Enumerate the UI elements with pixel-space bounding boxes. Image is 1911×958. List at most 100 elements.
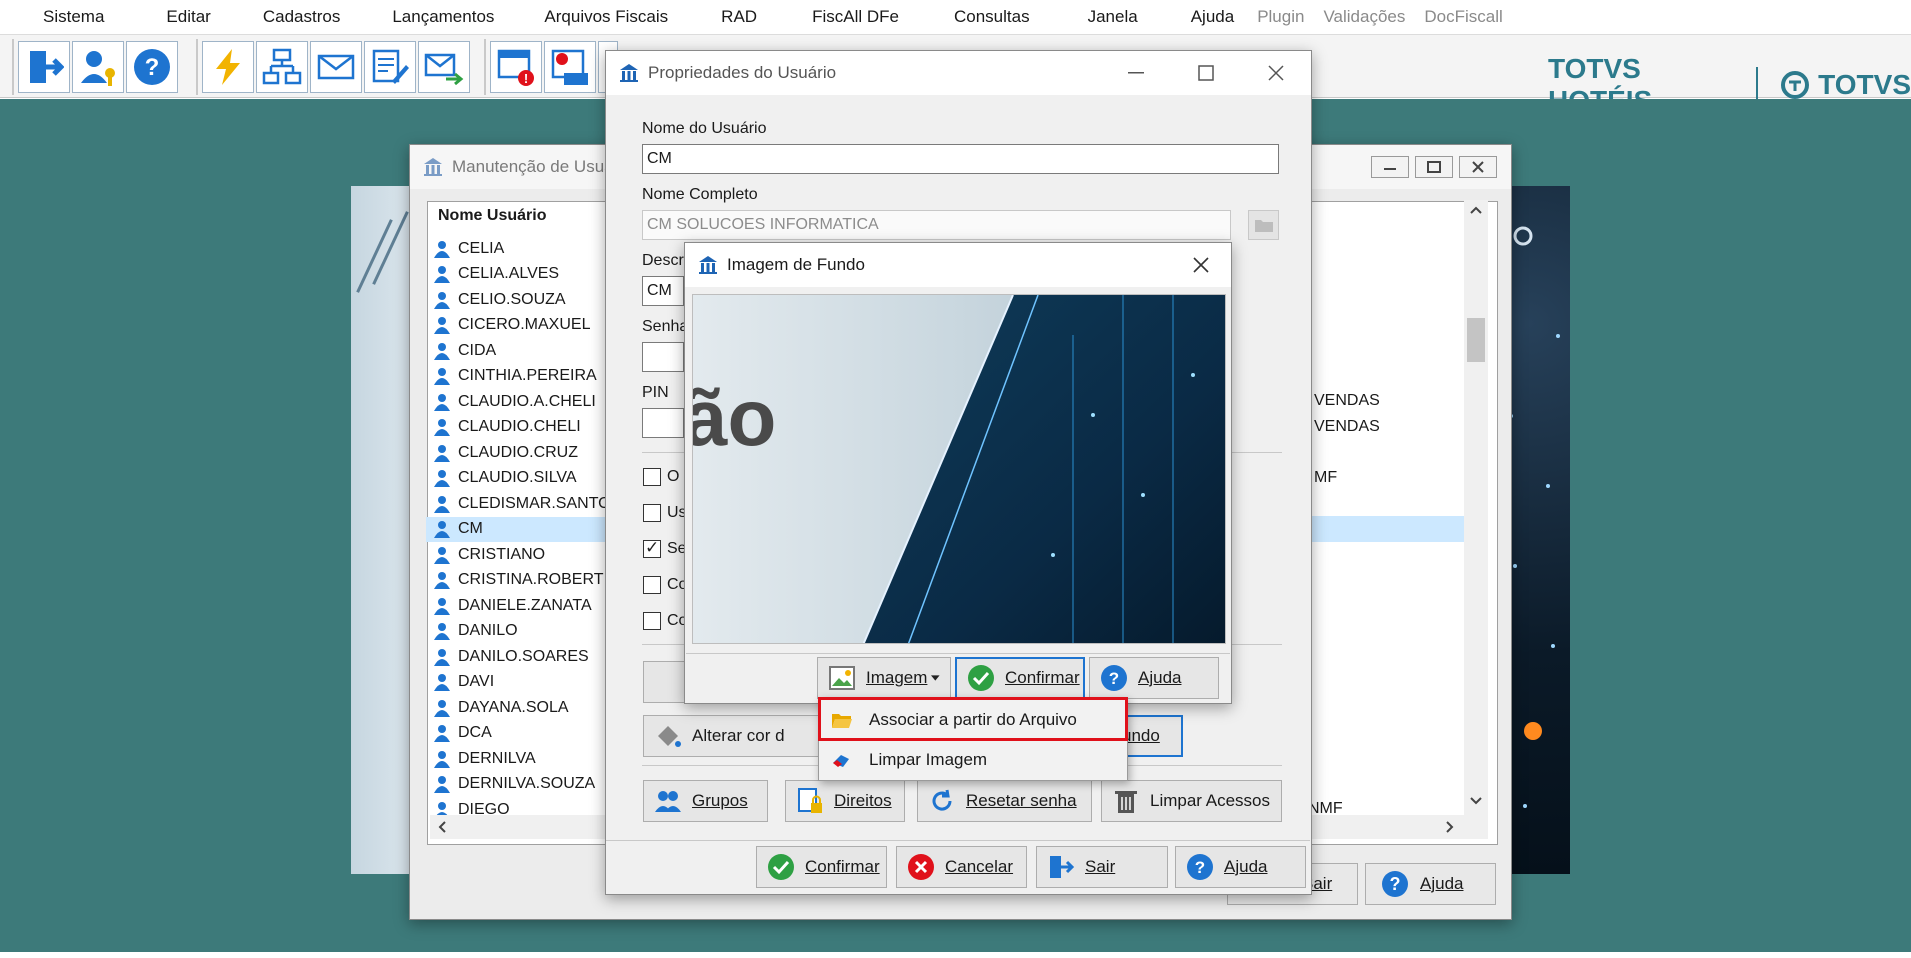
- minimize-button[interactable]: [1101, 71, 1171, 75]
- list-item[interactable]: DANILO: [434, 619, 624, 645]
- menu-cadastros[interactable]: Cadastros: [224, 7, 353, 27]
- app-icon: [424, 158, 442, 176]
- list-item[interactable]: CLAUDIO.CRUZ: [434, 440, 624, 466]
- nome-usuario-field[interactable]: CM: [642, 144, 1279, 174]
- selected-row-right[interactable]: [1302, 516, 1465, 542]
- checkbox-option-4[interactable]: [643, 576, 661, 594]
- list-item[interactable]: CIDA: [434, 338, 624, 364]
- imagem-dropdown-button[interactable]: Imagem: [817, 657, 951, 699]
- user-icon: [434, 419, 450, 437]
- imagem-label: Imagem: [866, 668, 928, 687]
- list-item[interactable]: DAVI: [434, 670, 624, 696]
- list-item[interactable]: CELIO.SOUZA: [434, 287, 624, 313]
- menu-arquivos-fiscais[interactable]: Arquivos Fiscais: [507, 7, 681, 27]
- user-icon: [434, 266, 450, 284]
- list-item[interactable]: DERNILVA: [434, 746, 624, 772]
- column-header-nome-usuario[interactable]: Nome Usuário: [438, 207, 546, 225]
- menu-fiscall-dfe[interactable]: FiscAll DFe: [770, 7, 912, 27]
- checkbox-option-2[interactable]: [643, 504, 661, 522]
- folder-icon: [1254, 220, 1273, 232]
- list-item[interactable]: DERNILVA.SOUZA: [434, 772, 624, 798]
- menu-rad[interactable]: RAD: [681, 7, 770, 27]
- minimize-button[interactable]: [1371, 156, 1409, 178]
- list-item-label: DAYANA.SOLA: [458, 698, 569, 716]
- prop-confirmar-button[interactable]: Confirmar: [756, 846, 887, 888]
- menu-lancamentos[interactable]: Lançamentos: [353, 7, 507, 27]
- prop-cancelar-button[interactable]: Cancelar: [896, 846, 1027, 888]
- totvs-logo-icon: [1781, 71, 1810, 99]
- help-icon: ?: [134, 49, 170, 85]
- list-item[interactable]: DAYANA.SOLA: [434, 695, 624, 721]
- senha-field[interactable]: [642, 342, 684, 372]
- list-item[interactable]: CLAUDIO.SILVA: [434, 466, 624, 492]
- prop-confirmar-label: Confirmar: [805, 857, 880, 876]
- close-button[interactable]: [1241, 65, 1311, 81]
- list-item[interactable]: CLAUDIO.A.CHELI: [434, 389, 624, 415]
- nome-completo-field[interactable]: CM SOLUCOES INFORMATICA: [642, 210, 1231, 240]
- list-item[interactable]: DANILO.SOARES: [434, 644, 624, 670]
- list-item[interactable]: DCA: [434, 721, 624, 747]
- vertical-scrollbar[interactable]: [1464, 200, 1488, 816]
- close-button[interactable]: [1459, 156, 1497, 178]
- resetar-senha-button[interactable]: Resetar senha: [917, 780, 1092, 822]
- list-item[interactable]: CICERO.MAXUEL: [434, 313, 624, 339]
- app-icon: [699, 256, 717, 274]
- scroll-thumb[interactable]: [1467, 318, 1485, 362]
- list-item-label: CELIO.SOUZA: [458, 290, 566, 308]
- menu-consultas[interactable]: Consultas: [912, 7, 1043, 27]
- close-button[interactable]: [1181, 243, 1221, 287]
- maximize-icon: [1198, 65, 1214, 81]
- direitos-label: Direitos: [834, 791, 892, 810]
- browse-button[interactable]: [1248, 210, 1279, 240]
- pin-field[interactable]: [642, 408, 684, 438]
- close-icon: [1472, 161, 1484, 173]
- nome-completo-label: Nome Completo: [642, 186, 758, 203]
- descricao-field[interactable]: CM: [642, 276, 684, 306]
- menu-sistema[interactable]: Sistema: [0, 7, 117, 27]
- list-item-label: CLEDISMAR.SANTOS: [458, 494, 622, 512]
- lightning-button[interactable]: [202, 41, 254, 93]
- menu-item-limpar-imagem[interactable]: Limpar Imagem: [819, 740, 1127, 780]
- menu-janela[interactable]: Janela: [1043, 7, 1151, 27]
- check-circle-icon: [968, 665, 994, 691]
- exit-button[interactable]: [18, 41, 70, 93]
- icms-button[interactable]: [544, 41, 596, 93]
- menu-ajuda[interactable]: Ajuda: [1151, 7, 1247, 27]
- list-item-label: DERNILVA: [458, 749, 536, 767]
- help-button[interactable]: ?: [126, 41, 178, 93]
- pin-label: PIN: [642, 384, 669, 401]
- maximize-button[interactable]: [1415, 156, 1453, 178]
- mail-button[interactable]: [310, 41, 362, 93]
- limpar-acessos-button[interactable]: Limpar Acessos: [1101, 780, 1282, 822]
- list-item[interactable]: CELIA: [434, 236, 624, 262]
- hidden-action-button[interactable]: [643, 661, 688, 703]
- list-item[interactable]: DANIELE.ZANATA: [434, 593, 624, 619]
- alterar-cor-label: Alterar cor d: [692, 726, 785, 745]
- list-item[interactable]: CRISTIANO: [434, 542, 624, 568]
- man-ajuda-button[interactable]: ? Ajuda: [1365, 863, 1496, 905]
- checkbox-option-1[interactable]: [643, 468, 661, 486]
- checkbox-option-5[interactable]: [643, 612, 661, 630]
- list-item[interactable]: CM: [426, 516, 624, 542]
- mail-send-button[interactable]: [418, 41, 470, 93]
- img-confirmar-button[interactable]: Confirmar: [955, 657, 1085, 699]
- menu-editar[interactable]: Editar: [117, 7, 223, 27]
- network-button[interactable]: [256, 41, 308, 93]
- prop-ajuda-button[interactable]: ? Ajuda: [1175, 846, 1306, 888]
- list-item[interactable]: CELIA.ALVES: [434, 262, 624, 288]
- img-ajuda-button[interactable]: ? Ajuda: [1089, 657, 1219, 699]
- list-item[interactable]: CRISTINA.ROBERT: [434, 568, 624, 594]
- document-edit-button[interactable]: [364, 41, 416, 93]
- list-item[interactable]: CLEDISMAR.SANTOS: [434, 491, 624, 517]
- list-item-label: CLAUDIO.CHELI: [458, 418, 581, 436]
- list-item[interactable]: CINTHIA.PEREIRA: [434, 364, 624, 390]
- user-icon: [434, 291, 450, 309]
- checkbox-option-3[interactable]: [643, 538, 661, 558]
- prop-sair-button[interactable]: Sair: [1036, 846, 1168, 888]
- user-permissions-button[interactable]: [72, 41, 124, 93]
- maximize-button[interactable]: [1171, 65, 1241, 81]
- window-error-button[interactable]: !: [490, 41, 542, 93]
- direitos-button[interactable]: Direitos: [785, 780, 905, 822]
- grupos-button[interactable]: Grupos: [643, 780, 768, 822]
- list-item[interactable]: CLAUDIO.CHELI: [434, 415, 624, 441]
